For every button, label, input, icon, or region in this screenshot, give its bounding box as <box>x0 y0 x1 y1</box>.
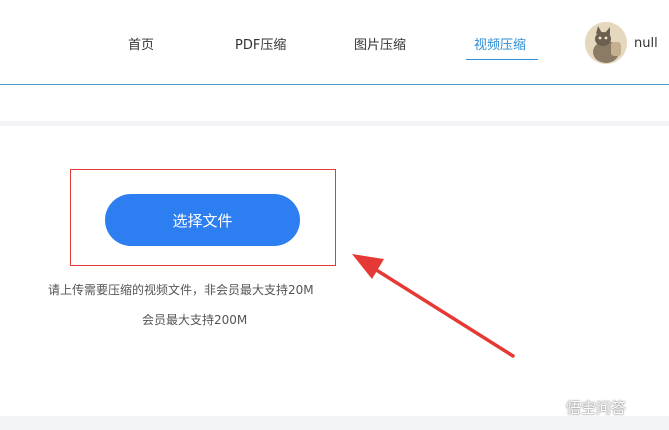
annotation-arrow-icon <box>352 254 515 358</box>
choose-file-button[interactable]: 选择文件 <box>105 194 300 246</box>
nav-pdf-compress[interactable]: PDF压缩 <box>235 34 286 53</box>
watermark-text: 悟空问答 <box>566 398 627 417</box>
avatar[interactable] <box>585 22 627 64</box>
nav-active-underline <box>466 59 538 60</box>
nav-image-compress[interactable]: 图片压缩 <box>354 34 406 53</box>
top-header: 首页 PDF压缩 图片压缩 视频压缩 null <box>0 0 669 85</box>
watermark: 悟空问答 <box>536 396 626 418</box>
upload-hint-line-1: 请上传需要压缩的视频文件，非会员最大支持20M <box>48 283 314 297</box>
username[interactable]: null <box>634 36 658 51</box>
upload-hint-line-2: 会员最大支持200M <box>142 313 248 327</box>
nav-video-compress[interactable]: 视频压缩 <box>474 34 526 53</box>
avatar-image-icon <box>585 22 627 64</box>
nav-home[interactable]: 首页 <box>128 34 154 53</box>
wukong-logo-icon <box>537 399 561 415</box>
sub-toolbar <box>0 85 669 121</box>
